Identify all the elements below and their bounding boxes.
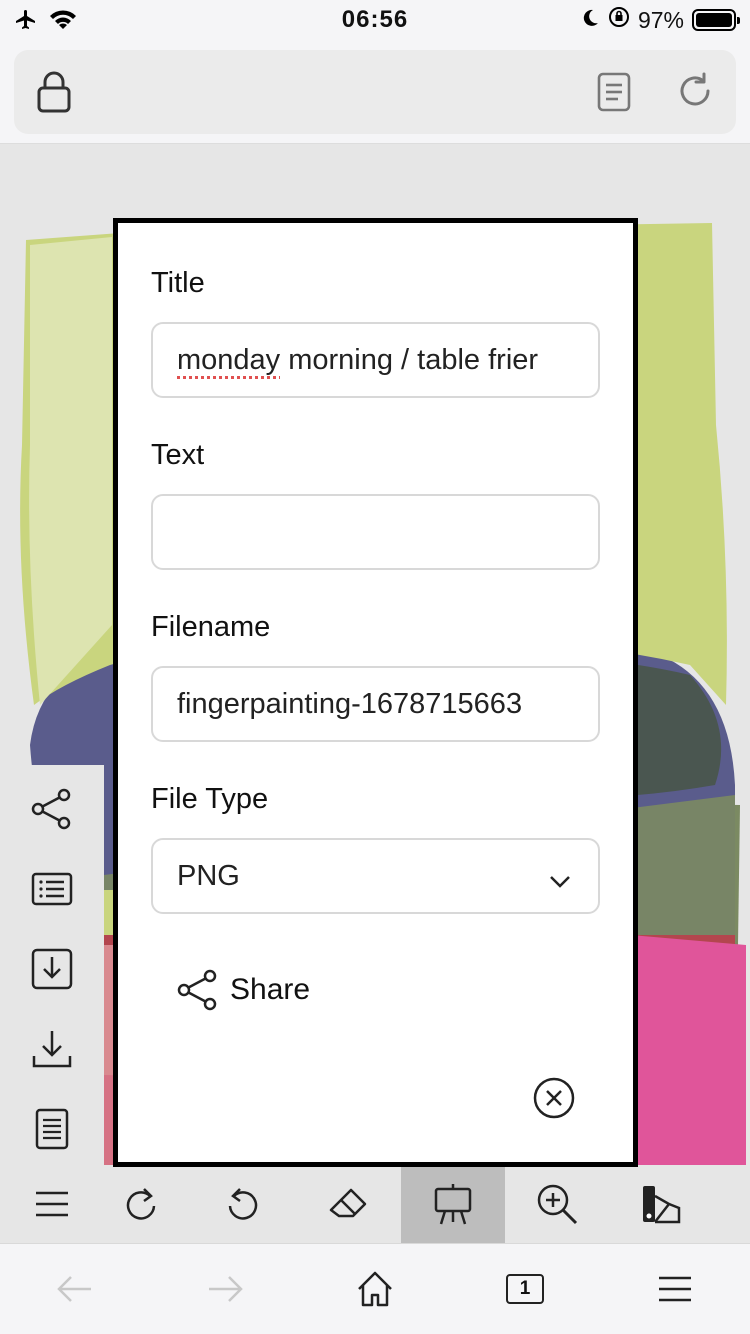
text-label: Text [151,439,205,471]
status-bar: 06:56 97% [0,0,750,40]
share-label: Share [230,973,311,1006]
filetype-value: PNG [177,859,240,892]
import-icon [31,948,73,990]
app-toolbar [0,1165,750,1243]
redo-button[interactable] [88,1165,192,1243]
filename-label: Filename [151,611,271,643]
share-button[interactable]: Share [176,968,310,1012]
browser-bottom-bar: 1 [0,1243,750,1334]
brush-palette-button[interactable] [609,1165,713,1243]
close-icon [533,1077,575,1119]
close-button[interactable] [532,1076,576,1120]
menu-icon [36,1191,68,1217]
home-button[interactable] [345,1264,405,1314]
brush-palette-icon [643,1186,681,1224]
home-icon [358,1271,392,1307]
document-icon [35,1108,69,1150]
forward-button[interactable] [195,1264,255,1314]
reader-icon[interactable] [596,72,632,117]
tabs-icon: 1 [506,1274,544,1304]
easel-button[interactable] [401,1165,505,1243]
side-toolbar [0,765,104,1165]
reload-icon[interactable] [674,70,716,117]
battery-icon [692,9,740,31]
undo-icon [228,1188,258,1220]
title-input[interactable]: monday morning / table frier [151,322,600,398]
url-bar[interactable] [14,50,736,134]
back-arrow-icon [57,1276,91,1302]
filename-input[interactable]: fingerpainting-1678715663 [151,666,600,742]
filetype-label: File Type [151,783,269,815]
tab-count: 1 [519,1278,531,1299]
save-dialog: Title monday morning / table frier Text … [113,218,638,1167]
document-button[interactable] [28,1105,76,1153]
menu-icon [659,1276,691,1302]
filetype-select[interactable]: PNG [151,838,600,914]
import-button[interactable] [28,945,76,993]
share-icon [31,788,71,830]
download-button[interactable] [28,1025,76,1073]
eraser-icon [329,1188,367,1218]
list-button[interactable] [28,865,76,913]
easel-icon [434,1184,472,1225]
back-button[interactable] [45,1264,105,1314]
forward-arrow-icon [209,1276,243,1302]
download-icon [32,1031,72,1068]
tabs-button[interactable]: 1 [495,1264,555,1314]
browser-url-area [0,40,750,144]
share-icon [177,969,217,1011]
redo-icon [126,1188,156,1220]
share-button[interactable] [28,785,76,833]
undo-button[interactable] [192,1165,296,1243]
zoom-in-button[interactable] [505,1165,609,1243]
chevron-down-icon [548,864,572,897]
text-input[interactable] [151,494,600,570]
battery-percent: 97% [637,6,684,33]
eraser-button[interactable] [296,1165,400,1243]
lock-icon [36,70,72,119]
moon-icon [580,7,600,34]
orientation-lock-icon [608,6,630,34]
title-value-underlined: monday [177,343,281,376]
browser-menu-button[interactable] [645,1264,705,1314]
title-value-rest: morning / table frier [280,343,539,376]
zoom-in-icon [537,1184,578,1225]
list-icon [31,872,73,906]
title-label: Title [151,267,205,299]
